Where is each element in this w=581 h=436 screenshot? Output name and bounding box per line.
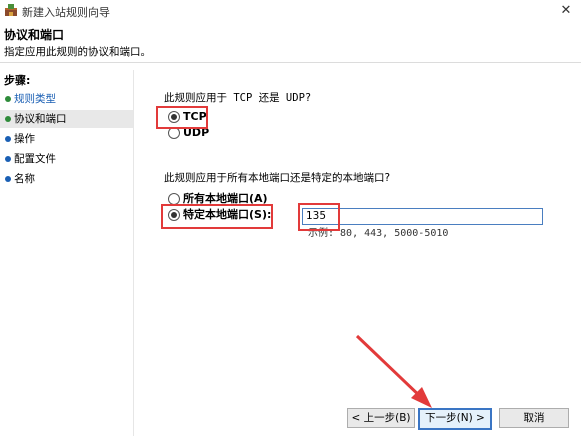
- step-action[interactable]: 操作: [0, 130, 133, 148]
- highlight-box-tcp: [156, 106, 208, 129]
- step-bullet-icon: [5, 156, 11, 162]
- ports-question: 此规则应用于所有本地端口还是特定的本地端口?: [164, 172, 391, 184]
- step-name[interactable]: 名称: [0, 170, 133, 188]
- cancel-button[interactable]: 取消: [499, 408, 569, 428]
- steps-heading: 步骤:: [4, 74, 31, 87]
- close-button[interactable]: ✕: [551, 0, 581, 22]
- step-rule-type[interactable]: 规则类型: [0, 90, 133, 108]
- wizard-header: 协议和端口 指定应用此规则的协议和端口。: [0, 22, 581, 63]
- page-title: 协议和端口: [4, 28, 65, 42]
- step-bullet-icon: [5, 176, 11, 182]
- main-content: 此规则应用于 TCP 还是 UDP? TCP UDP 此规则应用于所有本地端口还…: [136, 72, 581, 436]
- back-button[interactable]: < 上一步(B): [347, 408, 415, 428]
- window-title: 新建入站规则向导: [22, 6, 110, 19]
- step-label: 操作: [14, 133, 35, 145]
- step-profile[interactable]: 配置文件: [0, 150, 133, 168]
- steps-panel: 步骤: 规则类型 协议和端口 操作 配置文件 名称: [0, 70, 134, 436]
- page-subtitle: 指定应用此规则的协议和端口。: [4, 46, 151, 58]
- step-bullet-icon: [5, 136, 11, 142]
- step-label: 名称: [14, 173, 35, 185]
- highlight-box-specific-ports: [161, 204, 273, 229]
- step-label: 配置文件: [14, 153, 56, 165]
- firewall-shield-icon: [5, 4, 17, 16]
- title-bar: 新建入站规则向导 ✕: [0, 0, 581, 22]
- step-bullet-icon: [5, 96, 11, 102]
- highlight-box-port-value: [298, 203, 340, 231]
- step-label: 规则类型: [14, 93, 56, 105]
- step-bullet-icon: [5, 116, 11, 122]
- next-button[interactable]: 下一步(N) >: [418, 408, 492, 430]
- step-protocol-ports[interactable]: 协议和端口: [0, 110, 133, 128]
- protocol-question: 此规则应用于 TCP 还是 UDP?: [164, 92, 312, 104]
- step-label: 协议和端口: [14, 113, 67, 125]
